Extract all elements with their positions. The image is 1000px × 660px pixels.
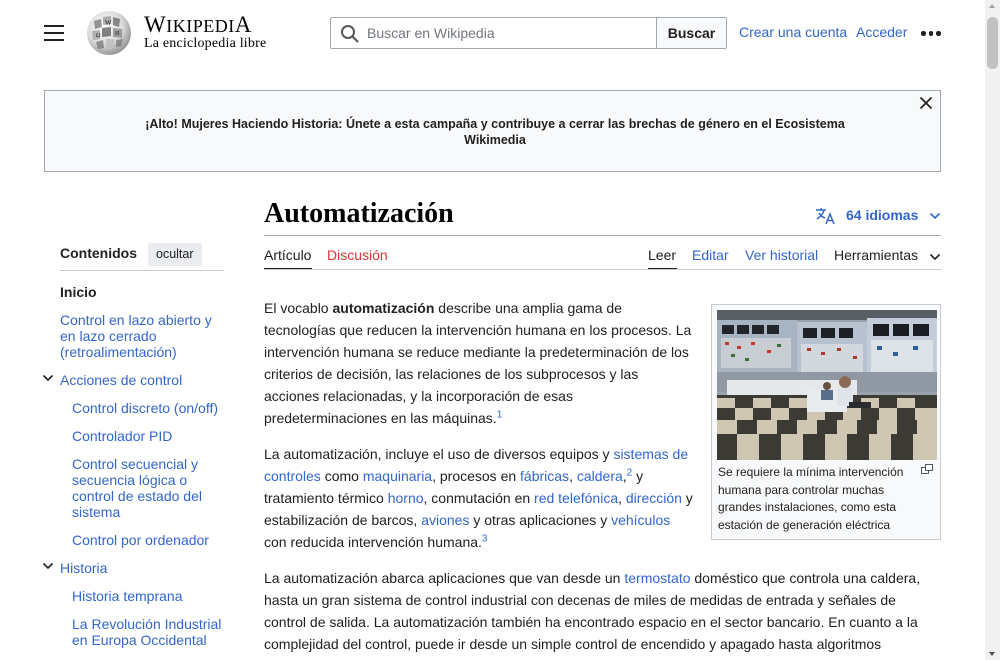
link-horno[interactable]: horno [388, 490, 424, 506]
toc-item-historia[interactable]: Historia [60, 560, 220, 576]
enlarge-icon[interactable] [921, 464, 933, 474]
reference-3[interactable]: 3 [482, 533, 488, 544]
toc-item-control-lazo[interactable]: Control en lazo abierto y en lazo cerrad… [60, 312, 222, 360]
image-thumbnail: Se requiere la mínima intervención human… [711, 304, 941, 540]
tabs-divider [264, 269, 941, 270]
search-icon [341, 25, 359, 43]
toc-item-control-secuencial[interactable]: Control secuencial y secuencia lógica o … [72, 456, 217, 520]
create-account-link[interactable]: Crear una cuenta [739, 24, 847, 40]
paragraph-uses: La automatización, incluye el uso de div… [264, 443, 696, 553]
toc-item-control-ordenador[interactable]: Control por ordenador [72, 532, 224, 548]
close-icon[interactable] [918, 95, 934, 111]
chevron-down-icon [929, 212, 941, 220]
scrollbar-thumb[interactable] [987, 17, 998, 69]
tab-leer[interactable]: Leer [648, 247, 676, 263]
paragraph-scope: La automatización abarca aplicaciones qu… [264, 567, 941, 655]
title-divider [264, 235, 941, 236]
tab-discusion[interactable]: Discusión [327, 247, 388, 263]
text: El vocablo [264, 300, 333, 316]
tab-ver-historial[interactable]: Ver historial [745, 247, 818, 263]
menu-line [44, 25, 64, 27]
translate-icon [816, 208, 835, 225]
scroll-down-icon[interactable] [989, 652, 995, 656]
text: La automatización, incluye el uso de div… [264, 446, 614, 462]
image-caption: Se requiere la mínima intervención human… [718, 465, 904, 532]
chevron-down-icon[interactable] [929, 252, 941, 262]
wikipedia-wordmark[interactable]: WIKIPEDIA [144, 12, 252, 38]
menu-line [44, 39, 64, 41]
toc-item-control-discreto[interactable]: Control discreto (on/off) [72, 400, 224, 416]
page-scrollbar[interactable] [985, 0, 1000, 660]
wordmark-initial: W [144, 12, 167, 37]
link-direccion[interactable]: dirección [626, 490, 682, 506]
menu-line [44, 32, 64, 34]
toc-item-revolucion-industrial[interactable]: La Revolución Industrial en Europa Occid… [72, 616, 227, 648]
text: , conmutación en [423, 490, 535, 506]
text: y otras aplicaciones y [469, 512, 612, 528]
wordmark-final: A [234, 12, 252, 37]
more-options-icon[interactable] [921, 31, 941, 36]
toc-divider [60, 270, 224, 271]
text: describe una amplia gama de tecnologías … [264, 300, 692, 426]
reference-1[interactable]: 1 [497, 409, 503, 420]
banner-text: ¡Alto! Mujeres Haciendo Historia: Únete … [145, 117, 845, 147]
chevron-down-icon[interactable] [42, 561, 54, 571]
main-menu-button[interactable] [44, 25, 64, 41]
link-termostato[interactable]: termostato [624, 570, 690, 586]
link-red-telefonica[interactable]: red telefónica [534, 490, 618, 506]
toc-title: Contenidos [60, 245, 137, 261]
toc-hide-button[interactable]: ocultar [148, 243, 202, 266]
language-count: 64 idiomas [846, 207, 919, 223]
text: como [320, 468, 363, 484]
text: , procesos en [432, 468, 521, 484]
link-caldera[interactable]: caldera [577, 468, 623, 484]
svg-text:Ω: Ω [96, 33, 101, 39]
text: con reducida intervención humana. [264, 534, 482, 550]
search-input[interactable] [367, 23, 647, 43]
wordmark-middle: IKIPEDI [166, 16, 235, 36]
text: , [618, 490, 626, 506]
toc-item-controlador-pid[interactable]: Controlador PID [72, 428, 224, 444]
link-vehiculos[interactable]: vehículos [611, 512, 670, 528]
bold-term: automatización [332, 300, 435, 316]
svg-text:W: W [105, 19, 112, 27]
search-field[interactable] [330, 17, 658, 49]
search-button[interactable]: Buscar [656, 17, 727, 49]
wikipedia-globe-logo[interactable]: W Ω И [84, 9, 134, 57]
page-title: Automatización [264, 198, 454, 229]
wikipedia-tagline: La enciclopedia libre [144, 36, 267, 51]
text: La automatización abarca aplicaciones qu… [264, 570, 625, 586]
tab-articulo[interactable]: Artículo [264, 247, 311, 263]
text: , [569, 468, 577, 484]
toc-item-inicio[interactable]: Inicio [60, 284, 220, 300]
chevron-down-icon[interactable] [42, 373, 54, 383]
svg-text:И: И [115, 31, 120, 37]
scroll-up-icon[interactable] [989, 4, 995, 8]
link-maquinaria[interactable]: maquinaria [363, 468, 432, 484]
link-fabricas[interactable]: fábricas [520, 468, 569, 484]
paragraph-intro: El vocablo automatización describe una a… [264, 297, 696, 429]
tools-menu[interactable]: Herramientas [834, 247, 918, 263]
login-link[interactable]: Acceder [856, 24, 907, 40]
toc-item-acciones-control[interactable]: Acciones de control [60, 372, 220, 388]
campaign-banner: ¡Alto! Mujeres Haciendo Historia: Únete … [44, 90, 941, 172]
link-aviones[interactable]: aviones [421, 512, 469, 528]
tab-editar[interactable]: Editar [692, 247, 729, 263]
control-room-image[interactable] [717, 310, 937, 460]
toc-item-historia-temprana[interactable]: Historia temprana [72, 588, 224, 604]
